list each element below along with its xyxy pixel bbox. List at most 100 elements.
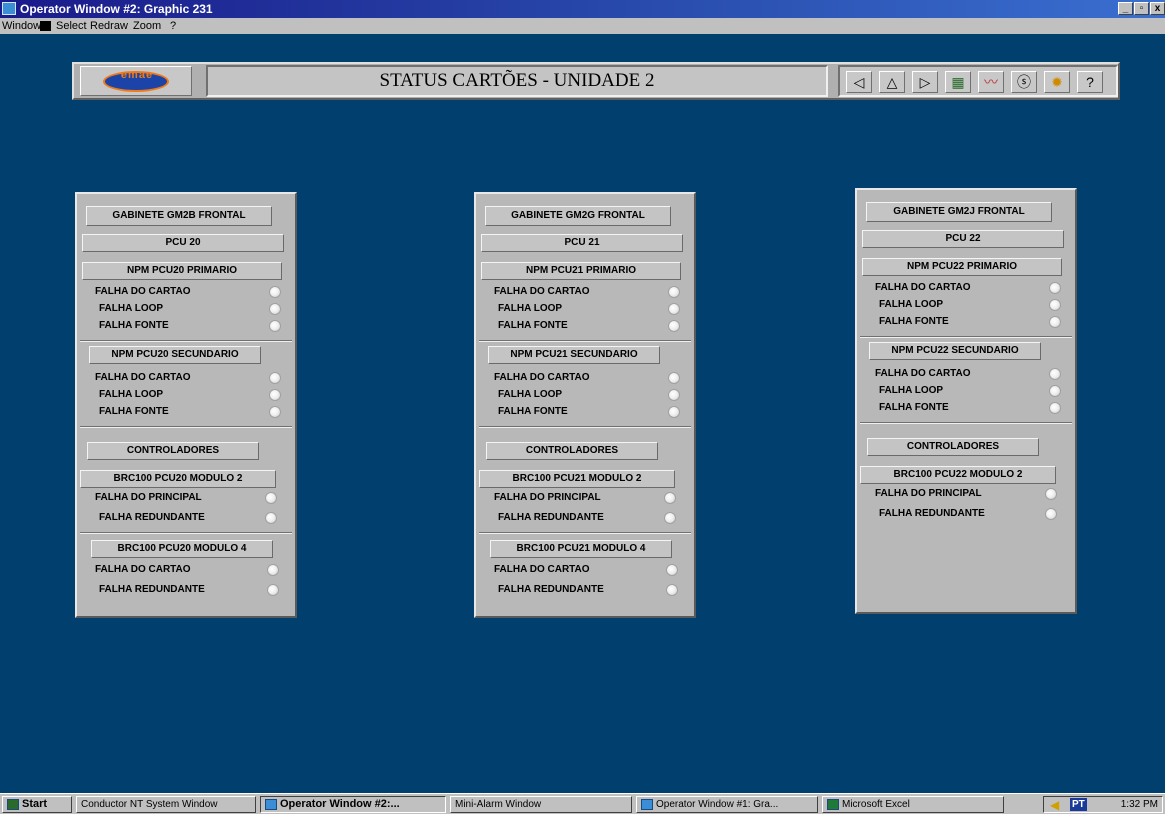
section-label: BRC100 PCU20 MODULO 4 (91, 540, 273, 558)
menu-bar: Window Select Redraw Zoom ? (0, 18, 1165, 34)
status-indicator-icon (666, 584, 678, 596)
status-row-label: FALHA DO CARTAO (875, 282, 971, 293)
section-label: GABINETE GM2J FRONTAL (866, 202, 1052, 222)
section-label: PCU 21 (481, 234, 683, 252)
divider (479, 340, 691, 342)
start-button[interactable]: Start (2, 796, 72, 813)
taskbar-item[interactable]: Conductor NT System Window (76, 796, 256, 813)
excel-icon (827, 798, 839, 810)
status-indicator-icon (664, 512, 676, 524)
menu-window[interactable]: Window (2, 18, 41, 34)
taskbar-item[interactable]: Mini-Alarm Window (450, 796, 632, 813)
overview-icon[interactable]: ▦ (945, 71, 971, 93)
trend-icon[interactable]: 〰 (978, 71, 1004, 93)
status-indicator-icon (267, 584, 279, 596)
section-label: BRC100 PCU20 MODULO 2 (80, 470, 276, 488)
windows-logo-icon (7, 798, 19, 810)
status-indicator-icon (1045, 508, 1057, 520)
taskbar-item-active[interactable]: Operator Window #2:... (260, 796, 446, 813)
section-label: CONTROLADORES (867, 438, 1039, 456)
status-row-label: FALHA DO CARTAO (494, 286, 590, 297)
status-row-label: FALHA LOOP (99, 303, 164, 314)
divider (860, 336, 1072, 338)
up-arrow-icon[interactable]: △ (879, 71, 905, 93)
status-indicator-icon (269, 320, 281, 332)
status-indicator-icon (1049, 368, 1061, 380)
nav-toolbar: ◁ △ ▷ ▦ 〰 ⓢ ✹ ? (838, 65, 1118, 97)
menu-zoom[interactable]: Zoom (133, 18, 161, 34)
refresh-icon[interactable]: ⓢ (1011, 71, 1037, 93)
menu-redraw[interactable]: Redraw (90, 18, 128, 34)
divider (479, 426, 691, 428)
status-indicator-icon (267, 564, 279, 576)
page-title: STATUS CARTÕES - UNIDADE 2 (206, 65, 828, 97)
status-row-label: FALHA FONTE (99, 320, 169, 331)
close-button[interactable]: x (1150, 2, 1165, 15)
status-indicator-icon (1049, 402, 1061, 414)
section-label: NPM PCU21 PRIMARIO (481, 262, 681, 280)
status-row-label: FALHA REDUNDANTE (99, 584, 205, 595)
status-indicator-icon (668, 372, 680, 384)
menu-select[interactable]: Select (56, 18, 87, 34)
divider (479, 532, 691, 534)
status-row-label: FALHA DO CARTAO (494, 564, 590, 575)
section-label: BRC100 PCU21 MODULO 2 (479, 470, 675, 488)
status-indicator-icon (1049, 316, 1061, 328)
status-row-label: FALHA DO CARTAO (95, 564, 191, 575)
status-panel: GABINETE GM2G FRONTAL PCU 21 NPM PCU21 PRI… (474, 192, 696, 618)
section-label: PCU 22 (862, 230, 1064, 248)
status-indicator-icon (668, 406, 680, 418)
status-row-label: FALHA LOOP (498, 389, 563, 400)
help-icon[interactable]: ? (1077, 71, 1103, 93)
left-arrow-icon[interactable]: ◁ (846, 71, 872, 93)
taskbar-item[interactable]: Microsoft Excel (822, 796, 1004, 813)
app-icon (2, 2, 16, 15)
status-indicator-icon (265, 492, 277, 504)
section-label: BRC100 PCU22 MODULO 2 (860, 466, 1056, 484)
section-label: NPM PCU21 SECUNDARIO (488, 346, 660, 364)
logo: emae (80, 66, 192, 96)
status-indicator-icon (1049, 385, 1061, 397)
menu-help[interactable]: ? (170, 18, 176, 34)
status-row-label: FALHA DO CARTAO (95, 372, 191, 383)
section-label: CONTROLADORES (486, 442, 658, 460)
section-label: NPM PCU20 PRIMARIO (82, 262, 282, 280)
status-row-label: FALHA REDUNDANTE (879, 508, 985, 519)
status-indicator-icon (668, 286, 680, 298)
status-indicator-icon (668, 303, 680, 315)
window-title-bar[interactable]: Operator Window #2: Graphic 231 _ ▫ x (0, 0, 1165, 18)
status-row-label: FALHA FONTE (879, 316, 949, 327)
section-label: GABINETE GM2G FRONTAL (485, 206, 671, 226)
status-row-label: FALHA FONTE (879, 402, 949, 413)
maximize-button[interactable]: ▫ (1134, 2, 1149, 15)
status-indicator-icon (1049, 282, 1061, 294)
section-label: PCU 20 (82, 234, 284, 252)
section-label: NPM PCU22 PRIMARIO (862, 258, 1062, 276)
window-title: Operator Window #2: Graphic 231 (20, 2, 213, 16)
status-row-label: FALHA FONTE (99, 406, 169, 417)
divider (80, 532, 292, 534)
status-indicator-icon (269, 406, 281, 418)
status-row-label: FALHA FONTE (498, 320, 568, 331)
status-row-label: FALHA DO CARTAO (95, 286, 191, 297)
taskbar-item[interactable]: Operator Window #1: Gra... (636, 796, 818, 813)
language-indicator[interactable]: PT (1070, 798, 1087, 811)
color-square-icon[interactable] (40, 21, 51, 31)
status-row-label: FALHA LOOP (498, 303, 563, 314)
section-label: NPM PCU20 SECUNDARIO (89, 346, 261, 364)
system-tray: ◀ PT 1:32 PM (1043, 796, 1163, 813)
status-row-label: FALHA DO CARTAO (875, 368, 971, 379)
speaker-icon[interactable]: ◀ (1050, 798, 1059, 813)
status-indicator-icon (668, 389, 680, 401)
section-label: BRC100 PCU21 MODULO 4 (490, 540, 672, 558)
status-row-label: FALHA FONTE (498, 406, 568, 417)
section-label: GABINETE GM2B FRONTAL (86, 206, 272, 226)
section-label: CONTROLADORES (87, 442, 259, 460)
status-indicator-icon (269, 372, 281, 384)
status-indicator-icon (1045, 488, 1057, 500)
minimize-button[interactable]: _ (1118, 2, 1133, 15)
status-row-label: FALHA DO PRINCIPAL (875, 488, 982, 499)
right-arrow-icon[interactable]: ▷ (912, 71, 938, 93)
alarm-bell-icon[interactable]: ✹ (1044, 71, 1070, 93)
clock: 1:32 PM (1120, 799, 1158, 810)
